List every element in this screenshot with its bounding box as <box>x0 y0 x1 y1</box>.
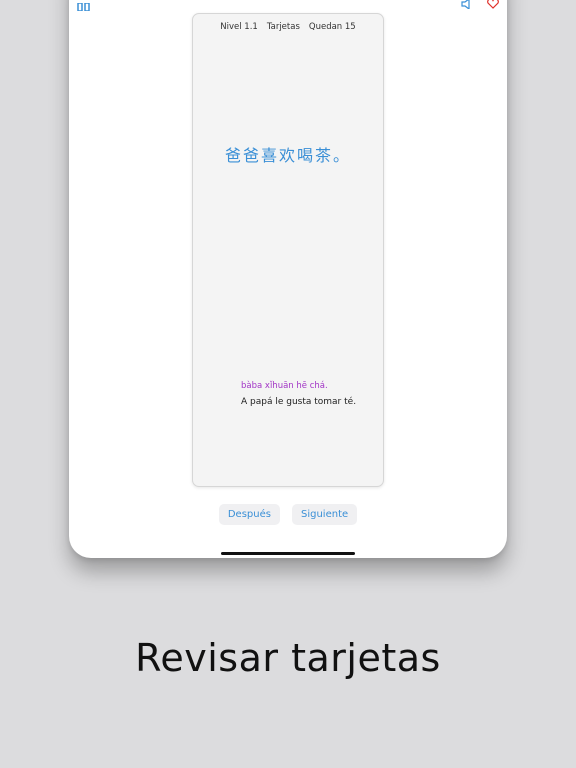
speaker-icon[interactable] <box>461 0 473 13</box>
pinyin-text: bàba xǐhuān hē chá. <box>241 381 328 391</box>
screenshot-caption: Revisar tarjetas <box>135 636 441 680</box>
home-indicator[interactable] <box>221 552 355 555</box>
translation-text: A papá le gusta tomar té. <box>241 397 357 407</box>
card-header: Nivel 1.1 Tarjetas Quedan 15 <box>193 22 383 32</box>
card-actions: Después Siguiente <box>69 504 507 525</box>
next-button[interactable]: Siguiente <box>291 504 358 525</box>
flashcard[interactable]: Nivel 1.1 Tarjetas Quedan 15 爸爸喜欢喝茶。 bàb… <box>192 13 384 487</box>
device-screen: Nivel 1.1 Tarjetas Quedan 15 爸爸喜欢喝茶。 bàb… <box>69 0 507 558</box>
hanzi-sentence: 爸爸喜欢喝茶。 <box>224 146 351 165</box>
mode-label: Tarjetas <box>266 22 300 32</box>
level-label: Nivel 1.1 <box>220 22 258 32</box>
grid-icon[interactable] <box>77 0 91 12</box>
later-button[interactable]: Después <box>218 504 280 525</box>
remaining-count: Quedan 15 <box>308 22 356 32</box>
top-toolbar <box>461 0 499 13</box>
heart-icon[interactable] <box>487 0 499 13</box>
